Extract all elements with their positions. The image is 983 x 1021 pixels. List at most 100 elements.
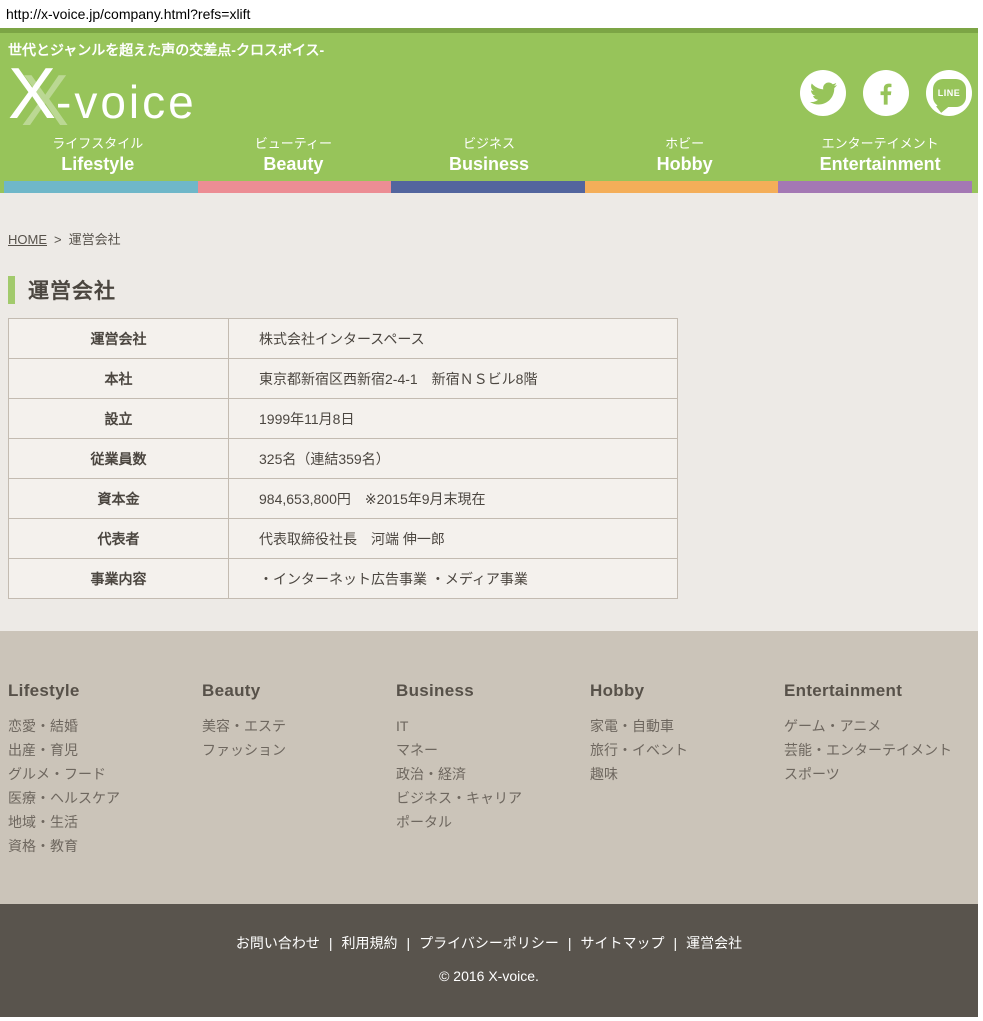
breadcrumb-home-link[interactable]: HOME: [8, 232, 47, 247]
breadcrumb-separator: >: [54, 232, 62, 247]
nav-label-jp: ビジネス: [391, 135, 587, 152]
title-accent-bar: [8, 276, 15, 304]
table-row-label: 代表者: [9, 519, 229, 559]
table-row-value: 325名（連結359名）: [229, 439, 678, 479]
footer-link-separator: |: [329, 935, 333, 951]
logo-text: -voice: [56, 76, 197, 128]
table-row-label: 事業内容: [9, 559, 229, 599]
nav-label-jp: ビューティー: [196, 135, 392, 152]
footer-column-title: Lifestyle: [8, 681, 202, 701]
table-row-label: 本社: [9, 359, 229, 399]
footer-column-title: Entertainment: [784, 681, 978, 701]
footer-bottom: お問い合わせ|利用規約|プライバシーポリシー|サイトマップ|運営会社 © 201…: [0, 904, 978, 1017]
nav-underline-entertainment: [778, 181, 972, 193]
site-header: 世代とジャンルを超えた声の交差点-クロスボイス- XX-voice LINE: [0, 28, 978, 193]
footer-link[interactable]: 政治・経済: [396, 762, 590, 786]
page-title: 運営会社: [28, 275, 116, 305]
facebook-button[interactable]: [863, 70, 909, 116]
nav-item-business[interactable]: ビジネスBusiness: [391, 135, 587, 181]
nav-label-jp: ホビー: [587, 135, 783, 152]
copyright: © 2016 X-voice.: [0, 968, 978, 984]
nav-item-entertainment[interactable]: エンターテイメントEntertainment: [782, 135, 978, 181]
table-row-label: 設立: [9, 399, 229, 439]
browser-url[interactable]: http://x-voice.jp/company.html?refs=xlif…: [0, 0, 983, 28]
table-row: 本社東京都新宿区西新宿2-4-1 新宿ＮＳビル8階: [9, 359, 678, 399]
nav-underline-lifestyle: [4, 181, 198, 193]
footer-link[interactable]: 出産・育児: [8, 738, 202, 762]
footer-bottom-link[interactable]: 運営会社: [686, 935, 742, 951]
footer-link[interactable]: 美容・エステ: [202, 714, 396, 738]
footer-link[interactable]: ビジネス・キャリア: [396, 786, 590, 810]
footer-link[interactable]: 旅行・イベント: [590, 738, 784, 762]
line-icon: LINE: [933, 79, 966, 107]
footer-link[interactable]: スポーツ: [784, 762, 978, 786]
site-logo[interactable]: XX-voice: [8, 59, 197, 135]
logo-row: XX-voice LINE: [0, 59, 978, 135]
twitter-icon: [810, 80, 837, 107]
footer-link[interactable]: マネー: [396, 738, 590, 762]
footer-link[interactable]: 家電・自動車: [590, 714, 784, 738]
company-info-table: 運営会社株式会社インタースペース本社東京都新宿区西新宿2-4-1 新宿ＮＳビル8…: [8, 318, 678, 599]
social-icons: LINE: [800, 70, 972, 135]
logo-x-mark: XX: [8, 59, 56, 129]
footer-nav: Lifestyle 恋愛・結婚出産・育児グルメ・フード医療・ヘルスケア地域・生活資…: [0, 631, 978, 904]
table-row-value: ・インターネット広告事業 ・メディア事業: [229, 559, 678, 599]
nav-item-lifestyle[interactable]: ライフスタイルLifestyle: [0, 135, 196, 181]
main-content: HOME > 運営会社 運営会社 運営会社株式会社インタースペース本社東京都新宿区西…: [0, 193, 978, 631]
company-table-body: 運営会社株式会社インタースペース本社東京都新宿区西新宿2-4-1 新宿ＮＳビル8…: [9, 319, 678, 599]
footer-link[interactable]: 芸能・エンターテイメント: [784, 738, 978, 762]
footer-column-entertainment: Entertainment ゲーム・アニメ芸能・エンターテイメントスポーツ: [784, 681, 978, 904]
table-row: 従業員数325名（連結359名）: [9, 439, 678, 479]
footer-link[interactable]: グルメ・フード: [8, 762, 202, 786]
nav-underline-business: [391, 181, 585, 193]
nav-label-en: Lifestyle: [0, 152, 196, 176]
footer-link[interactable]: 医療・ヘルスケア: [8, 786, 202, 810]
facebook-icon: [872, 79, 900, 107]
footer-link[interactable]: 恋愛・結婚: [8, 714, 202, 738]
table-row-value: 984,653,800円 ※2015年9月末現在: [229, 479, 678, 519]
footer-column-hobby: Hobby 家電・自動車旅行・イベント趣味: [590, 681, 784, 904]
nav-item-beauty[interactable]: ビューティーBeauty: [196, 135, 392, 181]
footer-link[interactable]: ポータル: [396, 810, 590, 834]
table-row-label: 従業員数: [9, 439, 229, 479]
nav-underline-hobby: [585, 181, 779, 193]
table-row-value: 代表取締役社長 河端 伸一郎: [229, 519, 678, 559]
nav-label-en: Business: [391, 152, 587, 176]
table-row: 代表者代表取締役社長 河端 伸一郎: [9, 519, 678, 559]
footer-column-lifestyle: Lifestyle 恋愛・結婚出産・育児グルメ・フード医療・ヘルスケア地域・生活資…: [8, 681, 202, 904]
table-row-label: 資本金: [9, 479, 229, 519]
footer-link[interactable]: ファッション: [202, 738, 396, 762]
footer-link-separator: |: [674, 935, 678, 951]
footer-bottom-link[interactable]: サイトマップ: [581, 935, 665, 951]
nav-underline-bars: [0, 181, 978, 193]
nav-label-en: Beauty: [196, 152, 392, 176]
table-row-value: 東京都新宿区西新宿2-4-1 新宿ＮＳビル8階: [229, 359, 678, 399]
footer-link-separator: |: [568, 935, 572, 951]
page-title-block: 運営会社: [8, 275, 978, 305]
footer-column-title: Business: [396, 681, 590, 701]
nav-label-en: Hobby: [587, 152, 783, 176]
table-row-value: 1999年11月8日: [229, 399, 678, 439]
table-row: 事業内容・インターネット広告事業 ・メディア事業: [9, 559, 678, 599]
footer-link[interactable]: ゲーム・アニメ: [784, 714, 978, 738]
nav-item-hobby[interactable]: ホビーHobby: [587, 135, 783, 181]
line-icon-label: LINE: [938, 88, 961, 98]
line-button[interactable]: LINE: [926, 70, 972, 116]
footer-link[interactable]: 資格・教育: [8, 834, 202, 858]
twitter-button[interactable]: [800, 70, 846, 116]
footer-column-title: Beauty: [202, 681, 396, 701]
footer-bottom-link[interactable]: プライバシーポリシー: [419, 935, 559, 951]
table-row-label: 運営会社: [9, 319, 229, 359]
table-row-value: 株式会社インタースペース: [229, 319, 678, 359]
footer-link[interactable]: 地域・生活: [8, 810, 202, 834]
breadcrumb: HOME>運営会社: [8, 229, 978, 248]
site-container: 世代とジャンルを超えた声の交差点-クロスボイス- XX-voice LINE: [0, 28, 978, 1017]
footer-link[interactable]: IT: [396, 714, 590, 738]
footer-column-title: Hobby: [590, 681, 784, 701]
nav-label-jp: エンターテイメント: [782, 135, 978, 152]
footer-link[interactable]: 趣味: [590, 762, 784, 786]
main-nav: ライフスタイルLifestyleビューティーBeautyビジネスBusiness…: [0, 135, 978, 181]
nav-label-en: Entertainment: [782, 152, 978, 176]
footer-bottom-link[interactable]: 利用規約: [341, 935, 397, 951]
footer-bottom-link[interactable]: お問い合わせ: [236, 935, 320, 951]
